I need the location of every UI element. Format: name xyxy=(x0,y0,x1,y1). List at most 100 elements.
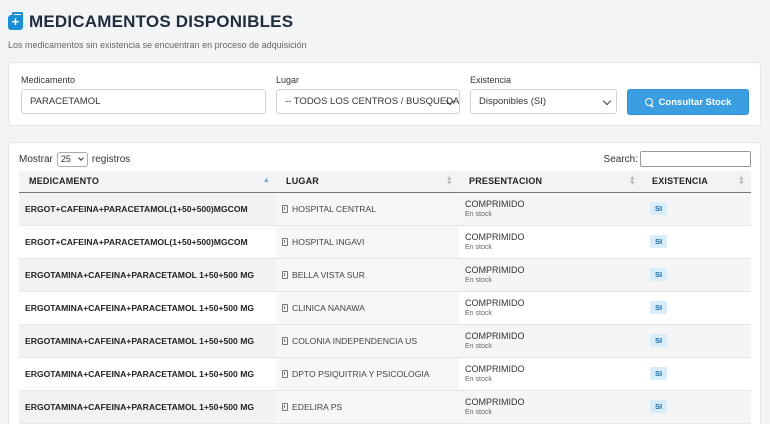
consultar-stock-label: Consultar Stock xyxy=(658,96,732,108)
table-row: ERGOTAMINA+CAFEINA+PARACETAMOL 1+50+500 … xyxy=(19,357,751,391)
presentacion-text: COMPRIMIDO xyxy=(465,232,525,242)
records-label: registros xyxy=(91,154,131,165)
lugar-text: DPTO PSIQUITRIA Y PSICOLOGIA xyxy=(292,368,430,379)
building-icon xyxy=(282,204,288,213)
medicamento-label: Medicamento xyxy=(21,75,76,85)
cell-presentacion: COMPRIMIDO En stock xyxy=(459,225,642,259)
table-row: ERGOTAMINA+CAFEINA+PARACETAMOL 1+50+500 … xyxy=(19,324,751,358)
cell-existencia: SI xyxy=(642,357,751,391)
lugar-text: COLONIA INDEPENDENCIA US xyxy=(292,335,418,346)
medical-kit-icon xyxy=(8,11,23,30)
column-header-presentacion[interactable]: PRESENTACION ▲ ▼ xyxy=(459,171,642,193)
status-badge: SI xyxy=(650,268,668,281)
building-icon xyxy=(282,237,288,246)
lugar-label: Lugar xyxy=(276,75,300,85)
page-title-text: MEDICAMENTOS DISPONIBLES xyxy=(29,12,294,31)
cell-presentacion: COMPRIMIDO En stock xyxy=(459,291,642,325)
cell-presentacion: COMPRIMIDO En stock xyxy=(459,192,642,226)
presentacion-text: COMPRIMIDO xyxy=(465,199,525,209)
sort-asc-icon: ▲ xyxy=(262,177,270,184)
cell-lugar: DPTO PSIQUITRIA Y PSICOLOGIA xyxy=(276,357,459,391)
cell-medicamento: ERGOT+CAFEINA+PARACETAMOL(1+50+500)MGCOM xyxy=(19,192,276,226)
lugar-select-value: -- TODOS LOS CENTROS / BUSQUEDA GE xyxy=(285,96,460,107)
stock-text: En stock xyxy=(465,310,492,317)
cell-presentacion: COMPRIMIDO En stock xyxy=(459,390,642,424)
page-title: MEDICAMENTOS DISPONIBLES xyxy=(8,11,307,32)
sort-icon: ▲ ▼ xyxy=(628,175,636,187)
status-badge: SI xyxy=(650,202,668,215)
lugar-text: HOSPITAL INGAVI xyxy=(292,236,365,247)
lugar-text: BELLA VISTA SUR xyxy=(292,269,365,280)
lugar-text: EDELIRA PS xyxy=(292,401,343,412)
lugar-text: HOSPITAL CENTRAL xyxy=(292,203,377,214)
cell-medicamento: ERGOTAMINA+CAFEINA+PARACETAMOL 1+50+500 … xyxy=(19,357,276,391)
consultar-stock-button[interactable]: Consultar Stock xyxy=(627,89,749,115)
chevron-down-icon xyxy=(78,155,84,161)
stock-text: En stock xyxy=(465,277,492,284)
building-icon xyxy=(282,402,288,411)
column-header-lugar[interactable]: LUGAR ▲ ▼ xyxy=(276,171,459,193)
presentacion-text: COMPRIMIDO xyxy=(465,364,525,374)
column-header-existencia[interactable]: EXISTENCIA ▲ ▼ xyxy=(642,171,751,193)
cell-presentacion: COMPRIMIDO En stock xyxy=(459,324,642,358)
status-badge: SI xyxy=(650,334,668,347)
cell-lugar: BELLA VISTA SUR xyxy=(276,258,459,292)
lugar-select[interactable]: -- TODOS LOS CENTROS / BUSQUEDA GE xyxy=(276,89,460,114)
status-badge: SI xyxy=(650,235,668,248)
filter-panel: Medicamento PARACETAMOL Lugar -- TODOS L… xyxy=(8,62,761,126)
status-badge: SI xyxy=(650,367,668,380)
stock-text: En stock xyxy=(465,343,492,350)
cell-existencia: SI xyxy=(642,324,751,358)
cell-presentacion: COMPRIMIDO En stock xyxy=(459,357,642,391)
cell-medicamento: ERGOTAMINA+CAFEINA+PARACETAMOL 1+50+500 … xyxy=(19,258,276,292)
results-panel: Mostrar 25 registros Search: MEDICAMENTO… xyxy=(8,142,761,424)
cell-existencia: SI xyxy=(642,390,751,424)
cell-existencia: SI xyxy=(642,291,751,325)
status-badge: SI xyxy=(650,400,668,413)
building-icon xyxy=(282,303,288,312)
presentacion-text: COMPRIMIDO xyxy=(465,331,525,341)
presentacion-text: COMPRIMIDO xyxy=(465,298,525,308)
building-icon xyxy=(282,270,288,279)
sort-icon: ▲ ▼ xyxy=(445,175,453,187)
cell-lugar: HOSPITAL CENTRAL xyxy=(276,192,459,226)
lugar-text: CLINICA NANAWA xyxy=(292,302,365,313)
cell-lugar: EDELIRA PS xyxy=(276,390,459,424)
building-icon xyxy=(282,336,288,345)
existencia-select[interactable]: Disponibles (SI) xyxy=(470,89,617,114)
cell-lugar: HOSPITAL INGAVI xyxy=(276,225,459,259)
page-length-value: 25 xyxy=(60,154,71,164)
table-row: ERGOTAMINA+CAFEINA+PARACETAMOL 1+50+500 … xyxy=(19,258,751,292)
cell-medicamento: ERGOTAMINA+CAFEINA+PARACETAMOL 1+50+500 … xyxy=(19,291,276,325)
stock-text: En stock xyxy=(465,244,492,251)
page-header: MEDICAMENTOS DISPONIBLES Los medicamento… xyxy=(8,11,307,50)
results-table: MEDICAMENTO ▲ LUGAR ▲ ▼ PRESENTACION ▲ ▼ EXIS… xyxy=(19,171,751,424)
existencia-label: Existencia xyxy=(470,75,512,85)
show-label: Mostrar xyxy=(19,154,53,165)
chevron-down-icon xyxy=(602,96,612,106)
cell-medicamento: ERGOTAMINA+CAFEINA+PARACETAMOL 1+50+500 … xyxy=(19,390,276,424)
cell-existencia: SI xyxy=(642,225,751,259)
status-badge: SI xyxy=(650,301,668,314)
stock-text: En stock xyxy=(465,211,492,218)
table-search-input[interactable] xyxy=(640,151,751,167)
building-icon xyxy=(282,369,288,378)
stock-text: En stock xyxy=(465,376,492,383)
stock-text: En stock xyxy=(465,409,492,416)
medicamento-input-value: PARACETAMOL xyxy=(30,96,101,107)
table-row: ERGOT+CAFEINA+PARACETAMOL(1+50+500)MGCOM… xyxy=(19,225,751,259)
cell-medicamento: ERGOTAMINA+CAFEINA+PARACETAMOL 1+50+500 … xyxy=(19,324,276,358)
page-length-control: Mostrar 25 registros xyxy=(19,152,130,167)
existencia-select-value: Disponibles (SI) xyxy=(479,96,547,107)
cell-existencia: SI xyxy=(642,258,751,292)
cell-medicamento: ERGOT+CAFEINA+PARACETAMOL(1+50+500)MGCOM xyxy=(19,225,276,259)
page-length-select[interactable]: 25 xyxy=(56,152,88,167)
page-subtitle: Los medicamentos sin existencia se encue… xyxy=(8,40,307,50)
table-row: ERGOTAMINA+CAFEINA+PARACETAMOL 1+50+500 … xyxy=(19,291,751,325)
presentacion-text: COMPRIMIDO xyxy=(465,265,525,275)
column-header-medicamento[interactable]: MEDICAMENTO ▲ xyxy=(19,171,276,193)
medicamento-input[interactable]: PARACETAMOL xyxy=(21,89,266,114)
cell-lugar: CLINICA NANAWA xyxy=(276,291,459,325)
cell-lugar: COLONIA INDEPENDENCIA US xyxy=(276,324,459,358)
cell-presentacion: COMPRIMIDO En stock xyxy=(459,258,642,292)
